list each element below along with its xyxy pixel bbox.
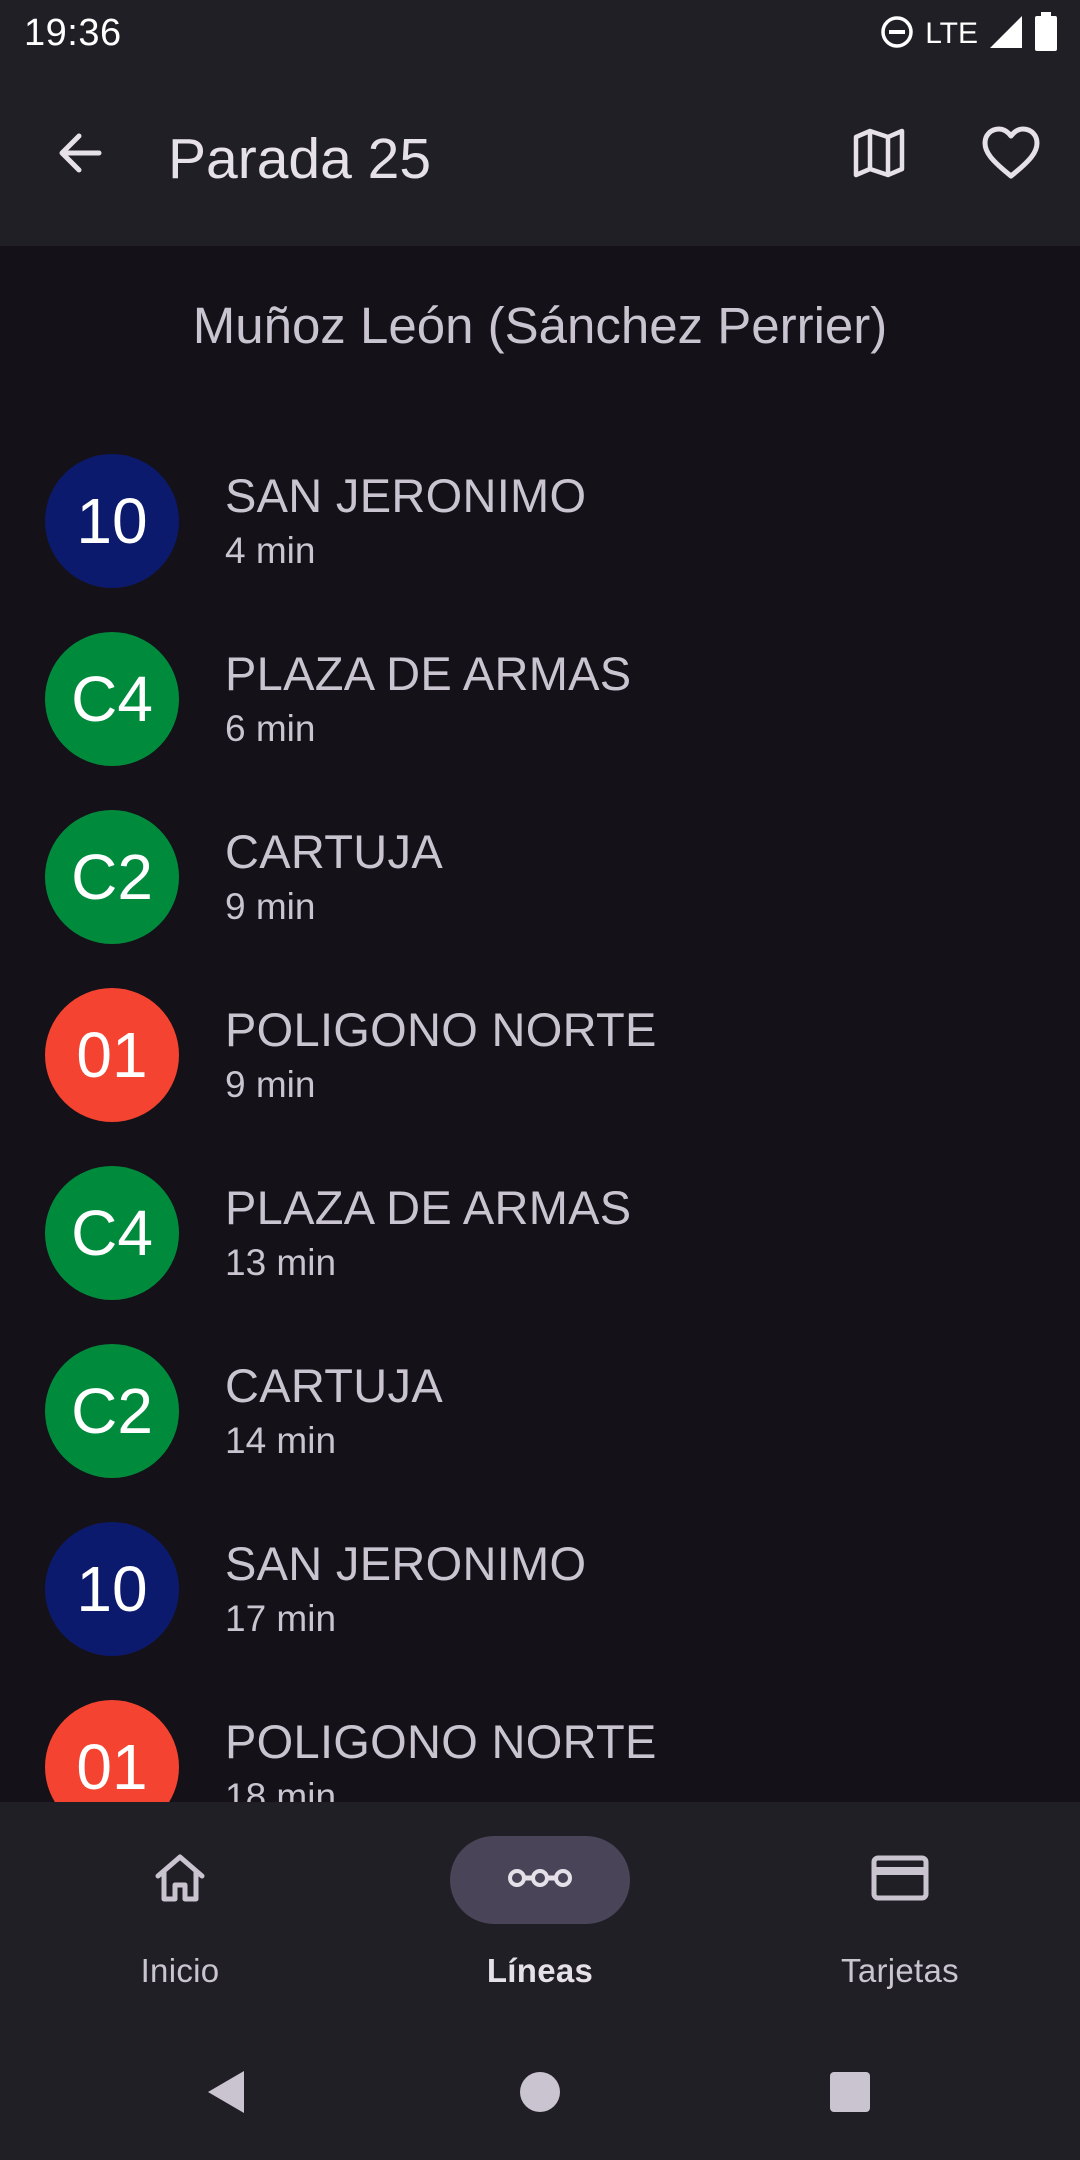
status-time: 19:36 [24, 12, 122, 54]
nav-label-inicio: Inicio [140, 1952, 220, 1989]
destination-label: CARTUJA [225, 825, 443, 878]
credit-card-icon [870, 1854, 930, 1907]
destination-label: POLIGONO NORTE [225, 1715, 657, 1768]
nav-item-inicio[interactable]: Inicio [0, 1836, 360, 2006]
back-triangle-icon [202, 2067, 250, 2122]
arrivals-scroll-area[interactable]: Muñoz León (Sánchez Perrier) 10 SAN JERON… [0, 246, 1080, 1802]
arrival-row[interactable]: C4 PLAZA DE ARMAS 13 min [0, 1166, 1080, 1344]
map-button[interactable] [842, 118, 916, 192]
line-badge: C2 [45, 810, 179, 944]
network-type: LTE [925, 17, 978, 50]
line-badge: 01 [45, 988, 179, 1122]
heart-outline-icon [981, 125, 1041, 186]
system-recents-button[interactable] [810, 2054, 890, 2134]
home-circle-icon [518, 2070, 562, 2119]
arrival-row[interactable]: 01 POLIGONO NORTE 18 min [0, 1700, 1080, 1802]
nav-label-lineas: Líneas [486, 1952, 594, 1989]
line-badge: C2 [45, 1344, 179, 1478]
back-button[interactable] [42, 118, 116, 192]
system-home-button[interactable] [500, 2054, 580, 2134]
eta-label: 13 min [225, 1242, 337, 1283]
eta-label: 14 min [225, 1420, 337, 1461]
destination-label: CARTUJA [225, 1359, 443, 1412]
arrival-row[interactable]: C2 CARTUJA 14 min [0, 1344, 1080, 1522]
line-badge: C4 [45, 1166, 179, 1300]
eta-label: 9 min [225, 886, 316, 927]
page-title: Parada 25 [168, 127, 432, 191]
line-badge: C4 [45, 632, 179, 766]
arrival-row[interactable]: 01 POLIGONO NORTE 9 min [0, 988, 1080, 1166]
nav-item-tarjetas[interactable]: Tarjetas [720, 1836, 1080, 2006]
stop-name: Muñoz León (Sánchez Perrier) [192, 297, 888, 354]
nav-indicator-lineas [450, 1836, 630, 1924]
favorite-button[interactable] [974, 118, 1048, 192]
destination-label: PLAZA DE ARMAS [225, 1181, 632, 1234]
system-navigation-bar [0, 2018, 1080, 2160]
destination-label: POLIGONO NORTE [225, 1003, 657, 1056]
eta-label: 4 min [225, 530, 316, 571]
status-bar: 19:36 LTE [0, 0, 1080, 70]
nav-label-tarjetas: Tarjetas [841, 1952, 959, 1989]
arrival-row[interactable]: C2 CARTUJA 9 min [0, 810, 1080, 988]
route-icon [508, 1863, 572, 1898]
arrival-row[interactable]: 10 SAN JERONIMO 4 min [0, 454, 1080, 632]
destination-label: PLAZA DE ARMAS [225, 647, 632, 700]
line-badge: 10 [45, 454, 179, 588]
line-badge: 10 [45, 1522, 179, 1656]
arrow-back-icon [53, 127, 105, 184]
battery-icon [1034, 11, 1058, 57]
bottom-navigation: Inicio Líneas Tarjetas [0, 1802, 1080, 2018]
nav-item-lineas[interactable]: Líneas [360, 1836, 720, 2006]
eta-label: 17 min [225, 1598, 337, 1639]
destination-label: SAN JERONIMO [225, 1537, 587, 1590]
arrival-row[interactable]: C4 PLAZA DE ARMAS 6 min [0, 632, 1080, 810]
eta-label: 9 min [225, 1064, 316, 1105]
destination-label: SAN JERONIMO [225, 469, 587, 522]
do-not-disturb-icon [879, 14, 915, 55]
nav-indicator-inicio [90, 1836, 270, 1924]
recents-square-icon [828, 2070, 872, 2119]
arrival-row[interactable]: 10 SAN JERONIMO 17 min [0, 1522, 1080, 1700]
status-icons: LTE [879, 11, 1058, 57]
top-app-bar: Parada 25 [0, 70, 1080, 246]
nav-indicator-tarjetas [810, 1836, 990, 1924]
home-icon [152, 1852, 208, 1909]
line-badge: 01 [45, 1700, 179, 1802]
eta-label: 18 min [225, 1776, 337, 1802]
map-icon [851, 125, 907, 186]
system-back-button[interactable] [186, 2054, 266, 2134]
signal-icon [988, 14, 1024, 55]
eta-label: 6 min [225, 708, 316, 749]
arrival-list: 10 SAN JERONIMO 4 min C4 PLAZA DE ARMAS 6 min… [0, 454, 1080, 1802]
